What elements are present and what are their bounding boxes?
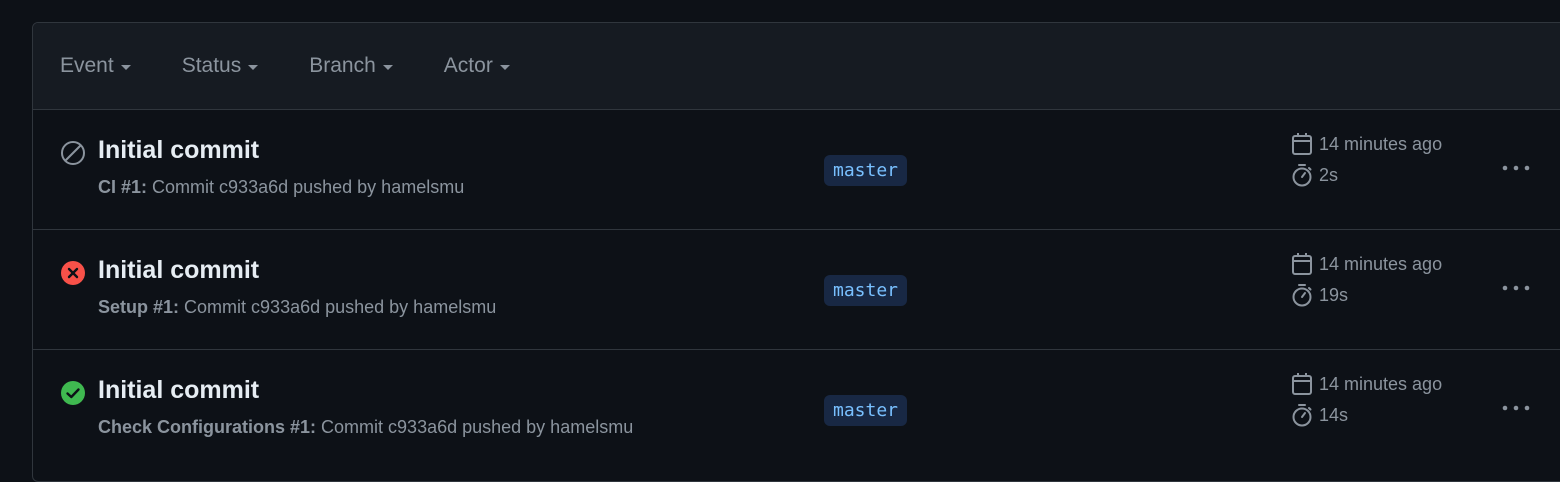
filter-bar: Event Status Branch Actor (33, 23, 1560, 110)
actor-filter[interactable]: Actor (444, 54, 510, 78)
commit-info: Commit c933a6d pushed by hamelsmu (152, 177, 465, 197)
commit-info: Commit c933a6d pushed by hamelsmu (321, 417, 634, 437)
duration-value: 14s (1319, 404, 1349, 425)
workflow-runs-panel: Event Status Branch Actor Initial commit… (32, 22, 1560, 482)
cancelled-icon (61, 141, 85, 165)
run-title-link[interactable]: Initial commit (98, 376, 259, 405)
duration-value: 2s (1319, 164, 1339, 185)
event-filter[interactable]: Event (60, 54, 131, 78)
workflow-run-row[interactable]: Initial commit Check Configurations #1: … (33, 350, 1560, 470)
caret-down-icon (382, 64, 393, 70)
branch-label[interactable]: master (824, 275, 908, 306)
more-options-button[interactable] (1499, 274, 1533, 302)
kebab-horizontal-icon (1502, 165, 1530, 171)
workflow-name: CI #1: (98, 177, 148, 197)
calendar-icon (1292, 133, 1312, 155)
branch-label[interactable]: master (824, 395, 908, 426)
event-filter-label: Event (60, 54, 114, 77)
caret-down-icon (120, 64, 131, 70)
calendar-icon (1292, 253, 1312, 275)
workflow-run-row[interactable]: Initial commit Setup #1: Commit c933a6d … (33, 230, 1560, 350)
more-options-button[interactable] (1499, 154, 1533, 182)
stopwatch-icon (1292, 404, 1312, 427)
run-time: 14 minutes ago (1319, 373, 1443, 394)
run-date: 14 minutes ago (1291, 132, 1442, 156)
branch-label[interactable]: master (824, 155, 908, 186)
branch-filter-label: Branch (309, 54, 376, 77)
run-time: 14 minutes ago (1319, 253, 1443, 274)
run-time: 14 minutes ago (1319, 133, 1443, 154)
run-title-link[interactable]: Initial commit (98, 256, 259, 285)
run-date: 14 minutes ago (1291, 372, 1442, 396)
status-filter-label: Status (181, 54, 242, 77)
run-duration: 2s (1291, 163, 1338, 187)
run-duration: 14s (1291, 403, 1348, 427)
branch-filter[interactable]: Branch (309, 54, 393, 78)
run-duration: 19s (1291, 283, 1348, 307)
caret-down-icon (248, 64, 259, 70)
workflow-run-row[interactable]: Initial commit CI #1: Commit c933a6d pus… (33, 110, 1560, 230)
status-filter[interactable]: Status (182, 54, 259, 78)
stopwatch-icon (1292, 164, 1312, 187)
stopwatch-icon (1292, 284, 1312, 307)
more-options-button[interactable] (1499, 394, 1533, 422)
run-date: 14 minutes ago (1291, 252, 1442, 276)
failure-icon (61, 261, 85, 285)
run-description: CI #1: Commit c933a6d pushed by hamelsmu (98, 177, 464, 198)
run-description: Setup #1: Commit c933a6d pushed by hamel… (98, 297, 496, 318)
actor-filter-label: Actor (443, 54, 493, 77)
duration-value: 19s (1319, 284, 1349, 305)
run-title-link[interactable]: Initial commit (98, 136, 259, 165)
kebab-horizontal-icon (1502, 285, 1530, 291)
calendar-icon (1292, 373, 1312, 395)
workflow-name: Setup #1: (98, 297, 180, 317)
success-icon (61, 381, 85, 405)
kebab-horizontal-icon (1502, 405, 1530, 411)
workflow-name: Check Configurations #1: (98, 417, 317, 437)
run-description: Check Configurations #1: Commit c933a6d … (98, 417, 633, 438)
caret-down-icon (499, 64, 510, 70)
commit-info: Commit c933a6d pushed by hamelsmu (184, 297, 497, 317)
